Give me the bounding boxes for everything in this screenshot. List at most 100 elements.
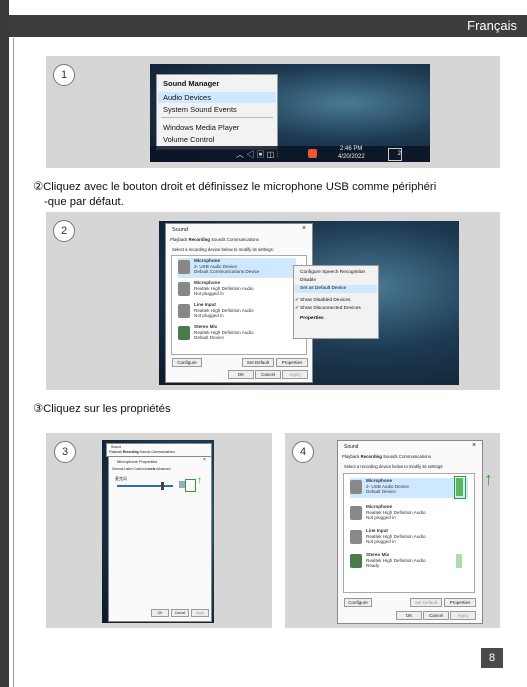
tab-recording[interactable]: Recording <box>361 454 382 459</box>
arrow-up-icon: ↑ <box>484 469 493 489</box>
tab-general[interactable]: General <box>112 467 123 471</box>
microphone-icon <box>350 506 362 520</box>
sound-instruction: Select a recording device below to modif… <box>172 247 274 252</box>
step3-panel: 3 Sound Playback Recording Sounds Commun… <box>46 433 272 628</box>
context-item-properties[interactable]: Properties <box>300 316 324 321</box>
sound-dialog-title: Sound <box>344 444 359 450</box>
sound-dialog-bg: Sound Playback Recording Sounds Communic… <box>106 443 212 457</box>
cancel-button[interactable]: Cancel <box>255 370 281 379</box>
taskbar: ︿ ◁ ▣ ◫ ⫶ 2:46 PM 4/20/2022 2 <box>150 146 430 162</box>
sound-tab-bar: Playback Recording Sounds Communications <box>342 454 431 459</box>
tab-recording[interactable]: Recording <box>189 237 210 242</box>
tab-sounds[interactable]: Sounds <box>139 450 150 454</box>
context-item-show-disconnected[interactable]: Show Disconnected Devices <box>300 306 361 311</box>
device-item-realtek-mic[interactable]: Microphone Realtek High Definition Audio… <box>178 280 296 300</box>
device-item-line-input[interactable]: Line Input Realtek High Definition Audio… <box>178 302 296 322</box>
cancel-button[interactable]: Cancel <box>171 609 189 617</box>
context-item-set-default[interactable]: Set as Default Device <box>300 286 346 291</box>
context-item-show-disabled[interactable]: Show Disabled Devices <box>300 298 350 303</box>
device-list: Microphone 2- USB Audio Device Default C… <box>171 255 307 355</box>
notification-icon[interactable]: 2 <box>388 148 402 161</box>
ok-button[interactable]: OK <box>228 370 254 379</box>
device-line2: Default Device <box>366 489 396 494</box>
taskbar-tray-icons: ︿ ◁ ▣ ◫ ⫶ <box>236 150 279 159</box>
context-item-speech[interactable]: Configure Speech Recognition <box>300 270 365 275</box>
tab-recording[interactable]: Recording <box>123 450 139 454</box>
highlight-box <box>185 479 196 492</box>
tab-sounds[interactable]: Sounds <box>211 237 226 242</box>
step1-number: 1 <box>53 64 75 86</box>
tab-custom[interactable]: Custom <box>134 467 145 471</box>
tab-advanced[interactable]: Advanced <box>156 467 170 471</box>
device-line2: Not plugged in <box>366 539 396 544</box>
microphone-icon <box>178 282 190 296</box>
microphone-icon <box>178 260 190 274</box>
device-item-usb-mic[interactable]: Microphone 2- USB Audio Device Default C… <box>178 258 296 278</box>
tab-playback[interactable]: Playback <box>170 237 187 242</box>
cancel-button[interactable]: Cancel <box>423 611 449 620</box>
close-icon[interactable]: × <box>472 442 476 449</box>
set-default-button[interactable]: Set Default <box>242 358 274 367</box>
configure-button[interactable]: Configure <box>344 598 372 607</box>
close-icon[interactable]: × <box>302 225 306 232</box>
line-input-icon <box>350 530 362 544</box>
tab-sounds[interactable]: Sounds <box>383 454 398 459</box>
device-item-realtek-mic[interactable]: Microphone Realtek High Definition Audio… <box>350 504 468 524</box>
tab-communications[interactable]: Communications <box>227 237 259 242</box>
apply-button[interactable]: Apply <box>191 609 209 617</box>
device-item-line-input[interactable]: Line Input Realtek High Definition Audio… <box>350 528 468 548</box>
tab-listen[interactable]: Listen <box>124 467 133 471</box>
menu-separator <box>161 117 273 118</box>
device-line2: Not plugged in <box>194 313 224 318</box>
notification-badge: 2 <box>397 151 401 157</box>
menu-item-system-sound-events[interactable]: System Sound Events <box>163 105 237 114</box>
ok-button[interactable]: OK <box>396 611 422 620</box>
level-slider[interactable] <box>117 485 173 487</box>
context-menu: Configure Speech Recognition Disable Set… <box>293 265 379 339</box>
level-slider-thumb[interactable] <box>161 482 164 490</box>
properties-button[interactable]: Properties <box>276 358 308 367</box>
sound-tab-bar: Playback Recording Sounds Communications <box>170 237 308 244</box>
tab-levels[interactable]: Levels <box>146 467 156 471</box>
menu-item-audio-devices[interactable]: Audio Devices <box>163 93 211 102</box>
device-line2: Default Device <box>194 335 224 340</box>
apply-button[interactable]: Apply <box>450 611 476 620</box>
page-header: Français <box>9 15 527 37</box>
tab-playback[interactable]: Playback <box>109 450 122 454</box>
device-item-stereo-mix[interactable]: Stereo Mix Realtek High Definition Audio… <box>350 552 468 572</box>
device-item-stereo-mix[interactable]: Stereo Mix Realtek High Definition Audio… <box>178 324 296 344</box>
properties-button[interactable]: Properties <box>444 598 476 607</box>
sound-tab-bar: Playback Recording Sounds Communications <box>109 450 175 454</box>
step1-panel: 1 Sound Manager Audio Devices System Sou… <box>46 56 500 168</box>
stereo-mix-icon <box>350 554 362 568</box>
close-icon[interactable]: × <box>203 457 206 463</box>
page-number: 8 <box>481 648 503 668</box>
context-item-disable[interactable]: Disable <box>300 278 316 283</box>
line-input-icon <box>178 304 190 318</box>
step2-caption-line1: ②Cliquez avec le bouton droit et définis… <box>33 181 437 193</box>
step3-number: 3 <box>54 441 76 463</box>
ok-button[interactable]: OK <box>151 609 169 617</box>
sound-dialog-4: Sound × Playback Recording Sounds Commun… <box>337 440 483 624</box>
level-label: 麦克风 <box>115 476 127 481</box>
device-item-usb-mic[interactable]: Microphone 2- USB Audio Device Default D… <box>350 478 468 498</box>
device-line2: Not plugged in <box>194 291 224 296</box>
taskbar-app-icon[interactable] <box>308 149 317 158</box>
tab-communications[interactable]: Communications <box>151 450 175 454</box>
step3-caption: ③Cliquez sur les propriétés <box>33 403 171 415</box>
highlight-box <box>454 476 466 499</box>
configure-button[interactable]: Configure <box>172 358 202 367</box>
clock-date: 4/20/2022 <box>338 154 365 160</box>
device-line2: Not plugged in <box>366 515 396 520</box>
apply-button[interactable]: Apply <box>282 370 308 379</box>
step4-panel: 4 Sound × Playback Recording Sounds Comm… <box>285 433 500 628</box>
menu-item-windows-media-player[interactable]: Windows Media Player <box>163 123 239 132</box>
sound-dialog-title: Sound <box>111 445 122 449</box>
set-default-button[interactable]: Set Default <box>410 598 442 607</box>
tab-playback[interactable]: Playback <box>342 454 359 459</box>
check-icon: ✔ <box>295 297 300 303</box>
tab-communications[interactable]: Communications <box>399 454 431 459</box>
stereo-mix-icon <box>178 326 190 340</box>
menu-item-volume-control[interactable]: Volume Control <box>163 135 214 144</box>
arrow-up-icon: ↑ <box>197 475 202 486</box>
